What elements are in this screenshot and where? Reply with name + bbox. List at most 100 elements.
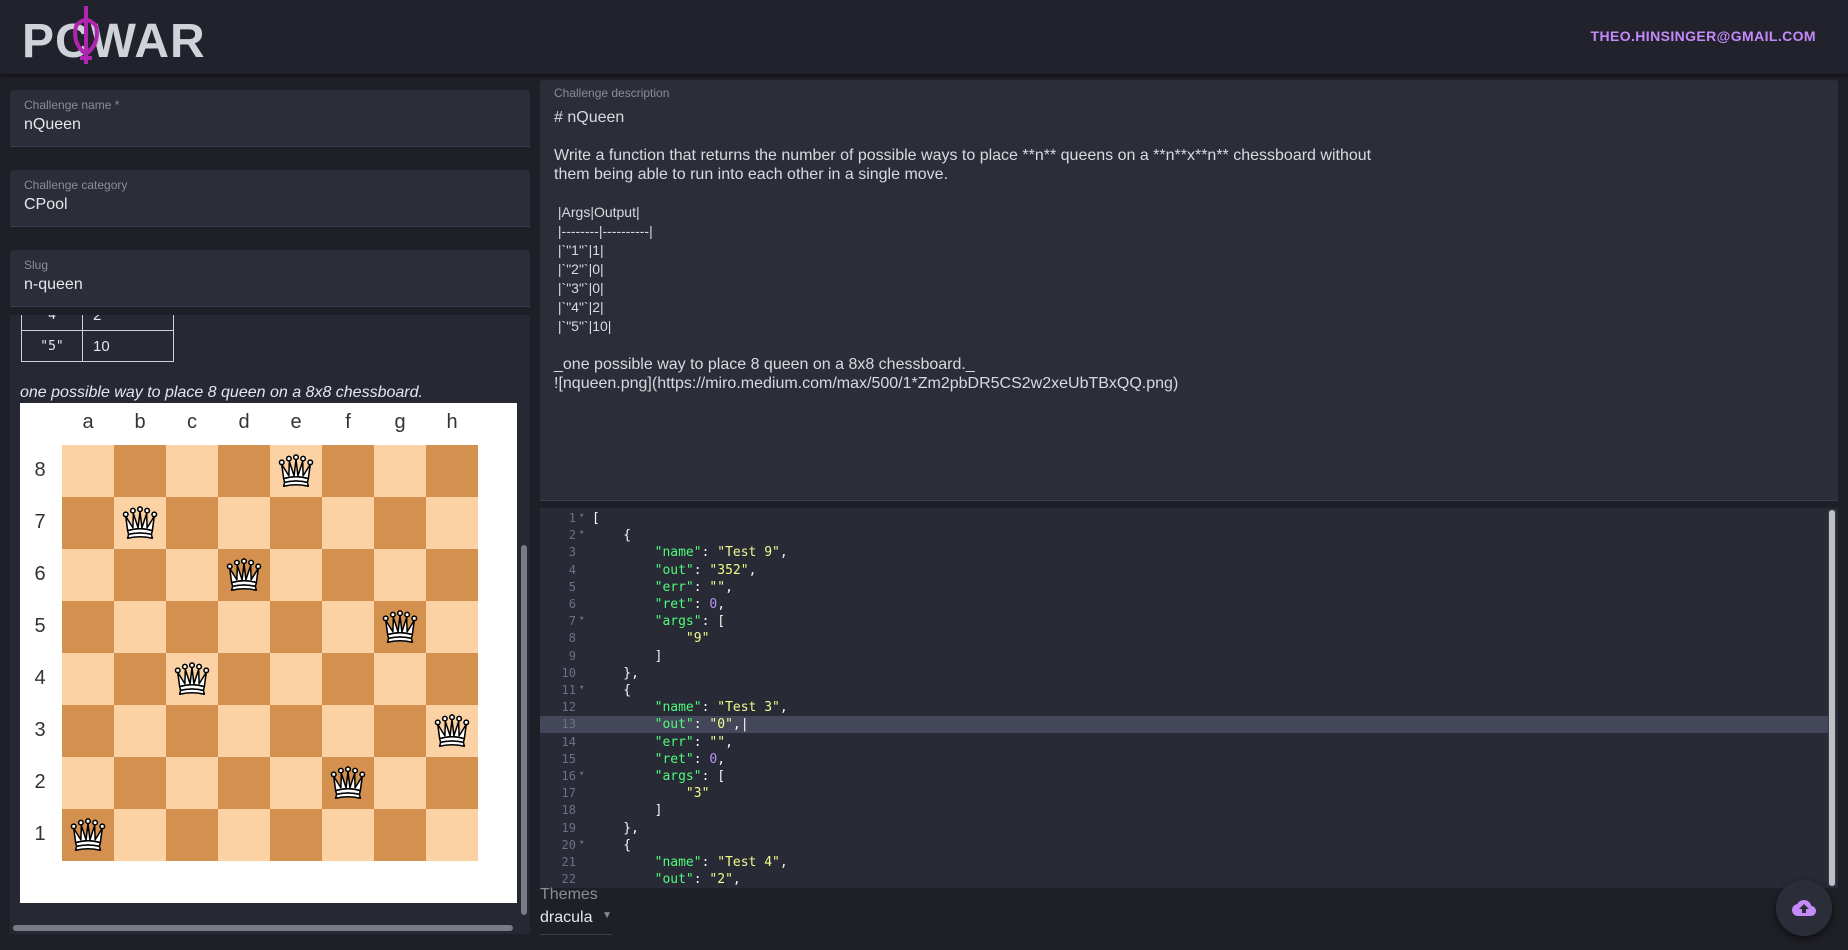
line-number: 12 [561,700,576,715]
code-text: { [592,683,632,698]
preview-vertical-scrollbar[interactable] [520,315,528,922]
chess-square [114,809,166,861]
challenge-name-input[interactable]: nQueen [24,116,81,134]
code-line[interactable]: 22 "out": "2", [540,871,1828,888]
app-header: PCWAR THEO.HINSINGER@GMAIL.COM [0,0,1848,74]
code-line[interactable]: 2 ▾ { [540,527,1828,544]
code-text: "args": [ [654,614,726,630]
line-number: 6 [568,597,576,611]
line-number: 16 [561,769,576,783]
file-label: g [394,411,406,433]
chess-square [218,705,270,757]
queen-icon [433,712,471,750]
challenge-description-field[interactable]: Challenge description # nQueen Write a fu… [540,80,1838,501]
chess-square [426,809,478,861]
chess-square [374,757,426,809]
chess-square [322,445,374,497]
slug-input[interactable]: n-queen [24,276,83,294]
code-line[interactable]: 1 ▾ [ [540,510,1828,527]
code-line[interactable]: 9 ] [540,648,1828,665]
code-text: ] [592,803,663,819]
challenge-category-input[interactable]: CPool [24,196,68,214]
chess-square [322,705,374,757]
user-email-link[interactable]: THEO.HINSINGER@GMAIL.COM [1591,28,1816,44]
code-line[interactable]: 20 ▾ { [540,837,1828,854]
slug-field[interactable]: Slug n-queen [10,250,530,307]
fold-arrow-icon[interactable]: ▾ [579,511,584,521]
rank-label: 3 [34,719,46,741]
code-text: "err": "", [654,734,733,750]
rank-label: 2 [34,771,46,793]
fold-arrow-icon[interactable]: ▾ [579,683,584,693]
code-line[interactable]: 21 "name": "Test 4", [540,854,1828,871]
fold-arrow-icon[interactable]: ▾ [579,614,584,624]
line-number: 13 [561,717,576,732]
chess-square [218,757,270,809]
code-line[interactable]: 5 "err": "", [540,579,1828,596]
preview-horizontal-scrollbar[interactable] [10,922,530,934]
chess-square [218,497,270,549]
fold-arrow-icon[interactable]: ▾ [579,838,584,848]
code-text: }, [592,820,639,836]
description-line: them being able to run into each other i… [554,166,949,183]
challenge-category-field[interactable]: Challenge category CPool [10,170,530,227]
chess-square [62,653,114,705]
table-row: "5" 10 [21,330,174,362]
code-line[interactable]: 19 }, [540,820,1828,837]
file-label: e [290,411,302,433]
chess-square [426,705,478,757]
sword-icon [73,6,99,64]
table-cell-out: 2 [82,315,174,331]
challenge-name-field[interactable]: Challenge name * nQueen [10,90,530,147]
code-line[interactable]: 7 ▾ "args": [ [540,613,1828,630]
code-line[interactable]: 10 }, [540,665,1828,682]
editor-scrollbar[interactable] [1828,510,1836,886]
code-line[interactable]: 4 "out": "352", [540,562,1828,579]
chess-square [114,497,166,549]
fold-arrow-icon[interactable]: ▾ [579,528,584,538]
chess-square [166,601,218,653]
table-cell-arg: "5" [21,330,83,362]
chessboard-image: a b c d e f g h 8 7 6 5 4 3 2 1 [20,403,517,903]
queen-icon [121,504,159,542]
chess-square [270,549,322,601]
chess-square [166,757,218,809]
chess-square [218,549,270,601]
chess-square [62,549,114,601]
chess-square [218,653,270,705]
code-line[interactable]: 14 "err": "", [540,734,1828,751]
line-number: 15 [561,751,576,766]
code-line[interactable]: 11 ▾ { [540,682,1828,699]
line-number: 21 [561,855,576,869]
themes-select[interactable]: dracula ▼ [540,906,612,935]
queen-icon [277,452,315,490]
rank-label: 7 [34,511,46,533]
line-number: 7 [568,614,576,629]
code-line[interactable]: 18 ] [540,802,1828,819]
cloud-upload-icon [1792,900,1816,916]
description-line: ![nqueen.png](https://miro.medium.com/ma… [554,375,1179,392]
markdown-preview[interactable]: "4" 2 "5" 10 one possible way to place 8… [10,315,530,934]
line-number: 14 [561,734,576,749]
chess-square [62,497,114,549]
chess-square [62,445,114,497]
chess-square [114,705,166,757]
code-line[interactable]: 12 "name": "Test 3", [540,699,1828,716]
code-line[interactable]: 17 "3" [540,785,1828,802]
chess-square [426,757,478,809]
table-row: "4" 2 [21,315,174,331]
code-line[interactable]: 15 "ret": 0, [540,751,1828,768]
chess-square [114,653,166,705]
code-line[interactable]: 16 ▾ "args": [ [540,768,1828,785]
chess-square [270,757,322,809]
challenge-description-textarea[interactable]: # nQueen Write a function that returns th… [554,108,1414,393]
code-line[interactable]: 3 "name": "Test 9", [540,544,1828,561]
code-line[interactable]: 13 "out": "0",| [540,716,1828,734]
code-line[interactable]: 6 "ret": 0, [540,596,1828,613]
line-number: 20 [561,837,576,852]
description-line: |`"3"`|0| [554,280,604,296]
code-line[interactable]: 8 "9" [540,630,1828,647]
tests-json-editor[interactable]: 1 ▾[2 ▾ {3 "name": "Test 9", 4 "out": "352"… [540,508,1838,888]
upload-button[interactable] [1776,880,1832,936]
fold-arrow-icon[interactable]: ▾ [579,769,584,779]
